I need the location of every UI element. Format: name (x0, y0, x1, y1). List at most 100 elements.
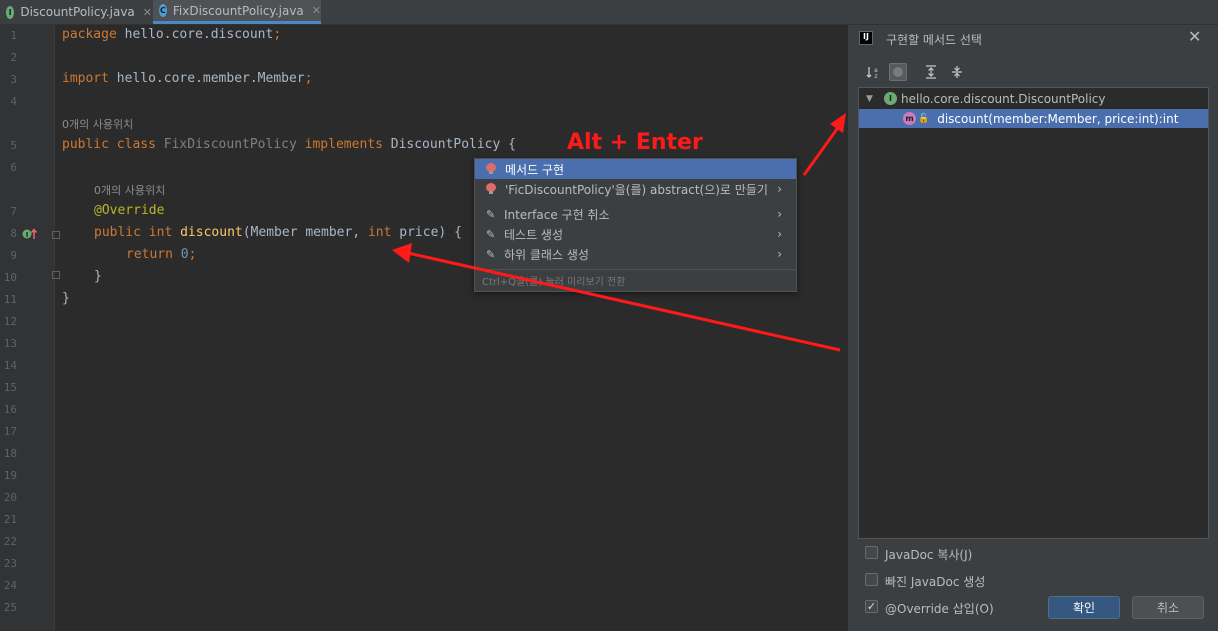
line-number: 25 (3, 601, 17, 614)
shortcut-annotation: Alt + Enter (567, 130, 703, 155)
svg-text:I: I (26, 231, 29, 239)
tree-node-method[interactable]: m 🔓 discount(member:Member, price:int):i… (859, 109, 1208, 128)
intention-actions-popup: 메서드 구현 'FicDiscountPolicy'을(를) abstract(… (474, 158, 797, 292)
close-icon[interactable]: ✕ (143, 6, 152, 19)
checkbox-label: JavaDoc 복사(J) (885, 548, 973, 562)
line-number: 23 (3, 557, 17, 570)
close-icon[interactable]: ✕ (1188, 27, 1201, 46)
pencil-icon: ✎ (486, 227, 496, 241)
tab-fix-discount-policy[interactable]: C FixDiscountPolicy.java ✕ (153, 0, 321, 24)
line-number: 2 (10, 51, 17, 64)
methods-tree[interactable]: ▼ I hello.core.discount.DiscountPolicy m… (858, 87, 1209, 539)
cancel-button[interactable]: 취소 (1132, 596, 1204, 619)
keyword: int (140, 225, 181, 240)
tab-discount-policy[interactable]: I DiscountPolicy.java ✕ (0, 0, 152, 24)
line-number: 8 (10, 227, 17, 240)
menu-item-create-subclass[interactable]: ✎ 하위 클래스 생성 › (475, 244, 796, 264)
code-line-return: return 0; (126, 247, 196, 262)
method-icon: m (903, 112, 916, 125)
line-number: 21 (3, 513, 17, 526)
pencil-icon: ✎ (486, 207, 496, 221)
identifier: DiscountPolicy { (390, 137, 516, 152)
code-line-package: package hello.core.discount; (62, 27, 281, 42)
line-number: 16 (3, 403, 17, 416)
line-number: 13 (3, 337, 17, 350)
code-line-method-decl: public int discount(Member member, int p… (94, 225, 462, 240)
menu-item-make-abstract[interactable]: 'FicDiscountPolicy'을(를) abstract(으)로 만들기… (475, 179, 796, 199)
menu-item-label: 테스트 생성 (504, 227, 564, 242)
line-number: 5 (10, 139, 17, 152)
line-number: 19 (3, 469, 17, 482)
keyword: public (62, 137, 109, 152)
fold-icon[interactable] (52, 231, 60, 239)
pencil-icon: ✎ (486, 247, 496, 261)
chevron-right-icon: › (777, 207, 782, 221)
line-number: 24 (3, 579, 17, 592)
menu-item-label: Interface 구현 취소 (504, 207, 610, 222)
menu-item-create-test[interactable]: ✎ 테스트 생성 › (475, 224, 796, 244)
usage-hint[interactable]: 0개의 사용위치 (62, 116, 133, 132)
svg-text:z: z (874, 73, 877, 79)
identifier: hello.core.discount (116, 27, 274, 42)
menu-item-label: 'FicDiscountPolicy'을(를) abstract(으)로 만들기 (505, 182, 768, 197)
chevron-right-icon: › (777, 227, 782, 241)
number-literal: 0 (180, 247, 189, 262)
identifier: (Member member, (242, 225, 368, 240)
dialog-title: 구현할 메서드 선택 (886, 33, 982, 47)
punctuation: ; (304, 71, 313, 86)
menu-item-unimplement-interface[interactable]: ✎ Interface 구현 취소 › (475, 204, 796, 224)
intellij-logo-icon: IJ (859, 31, 873, 45)
chevron-down-icon[interactable]: ▼ (866, 94, 876, 104)
insert-override-checkbox[interactable]: ✓ (865, 600, 878, 613)
generate-missing-javadoc-checkbox[interactable] (865, 573, 878, 586)
menu-item-implement-methods[interactable]: 메서드 구현 (475, 159, 796, 179)
expand-all-icon[interactable] (922, 63, 940, 81)
tree-node-interface[interactable]: ▼ I hello.core.discount.DiscountPolicy (859, 89, 1208, 108)
checkbox-label: @Override 삽입(O) (885, 602, 994, 616)
class-icon: C (159, 4, 167, 17)
ok-button[interactable]: 확인 (1048, 596, 1120, 619)
close-icon[interactable]: ✕ (312, 4, 321, 17)
line-number: 20 (3, 491, 17, 504)
line-number: 7 (10, 205, 17, 218)
line-number: 15 (3, 381, 17, 394)
code-editor[interactable]: 1 2 3 4 5 6 7 8 9 10 11 12 13 14 15 16 1… (0, 25, 846, 631)
line-gutter: 1 2 3 4 5 6 7 8 9 10 11 12 13 14 15 16 1… (0, 25, 60, 631)
select-methods-dialog: IJ 구현할 메서드 선택 ✕ az ▼ I hello.core.discou… (847, 25, 1218, 631)
keyword: implements (296, 137, 391, 152)
line-number: 11 (3, 293, 17, 306)
line-number: 1 (10, 29, 17, 42)
tree-node-label: hello.core.discount.DiscountPolicy (901, 91, 1106, 106)
keyword: public (94, 225, 141, 240)
override-annotation: @Override (94, 203, 165, 218)
editor-tab-bar: I DiscountPolicy.java ✕ C FixDiscountPol… (0, 0, 1218, 25)
identifier: price) { (391, 225, 462, 240)
copy-javadoc-checkbox[interactable] (865, 546, 878, 559)
keyword: int (367, 225, 392, 240)
code-line-close-class: } (62, 291, 70, 306)
keyword: package (62, 27, 117, 42)
line-number: 18 (3, 447, 17, 460)
line-number: 9 (10, 249, 17, 262)
class-name: FixDiscountPolicy (163, 137, 297, 152)
code-line-close-method: } (94, 269, 102, 284)
chevron-right-icon: › (777, 247, 782, 261)
tab-label: DiscountPolicy.java (20, 5, 135, 19)
identifier: hello.core.member.Member (108, 71, 305, 86)
line-number: 3 (10, 73, 17, 86)
line-number: 6 (10, 161, 17, 174)
fold-icon[interactable] (52, 271, 60, 279)
sort-alphabetically-icon[interactable]: az (864, 63, 882, 81)
collapse-all-icon[interactable] (948, 63, 966, 81)
implements-method-icon[interactable]: I (22, 227, 38, 241)
menu-item-label: 하위 클래스 생성 (504, 247, 589, 262)
method-name: discount (180, 225, 243, 240)
usage-hint[interactable]: 0개의 사용위치 (94, 182, 165, 198)
show-classes-toggle-icon[interactable] (889, 63, 907, 81)
punctuation: ; (273, 27, 282, 42)
line-number: 14 (3, 359, 17, 372)
keyword: class (108, 137, 164, 152)
code-line-import: import hello.core.member.Member; (62, 71, 312, 86)
line-number: 22 (3, 535, 17, 548)
checkbox-label: 빠진 JavaDoc 생성 (885, 575, 986, 589)
